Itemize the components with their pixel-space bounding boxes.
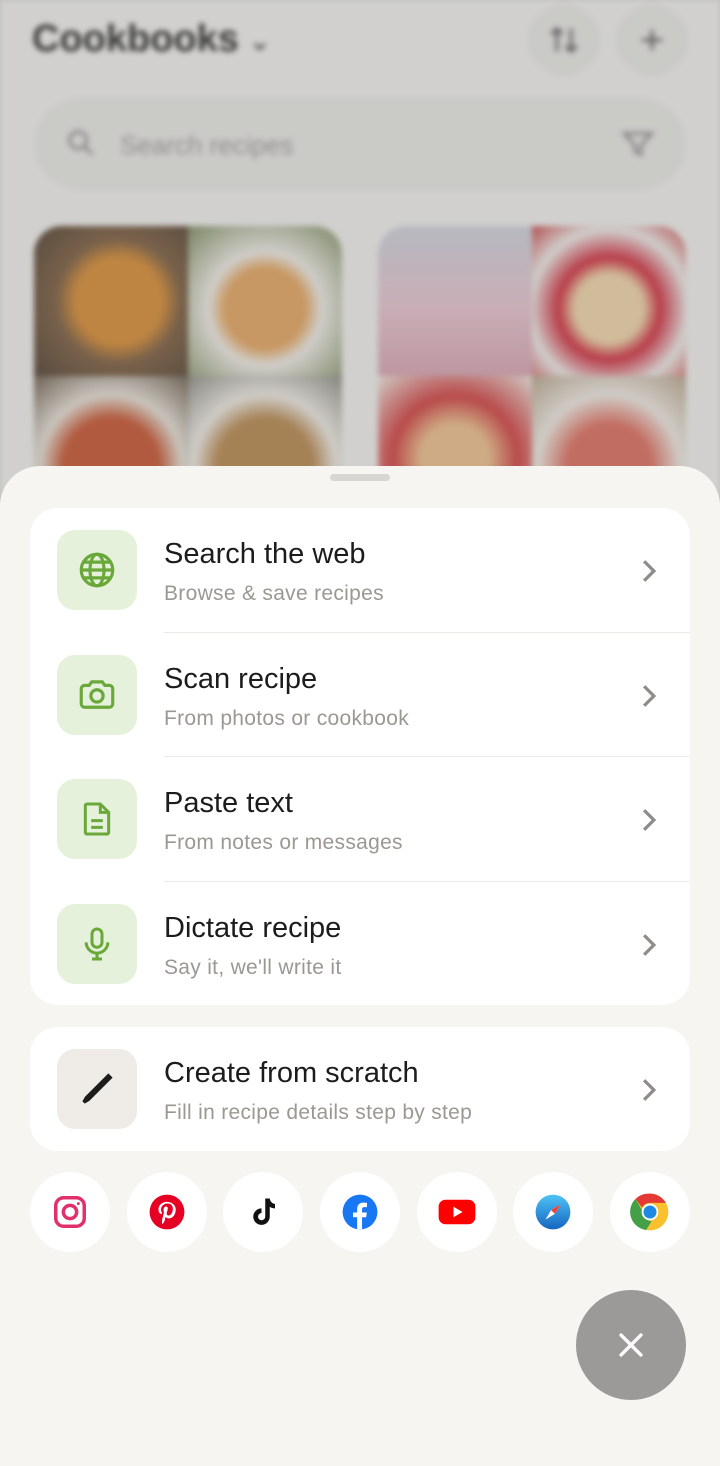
option-title: Search the web [164, 538, 366, 570]
youtube-button[interactable] [416, 1172, 497, 1252]
option-title: Scan recipe [164, 662, 318, 695]
close-icon [619, 1333, 643, 1357]
safari-icon [535, 1194, 571, 1230]
create-group: Create from scratch Fill in recipe detai… [30, 1027, 690, 1151]
tiktok-icon [253, 1198, 276, 1225]
option-subtitle: Browse & save recipes [164, 582, 384, 605]
paste-text-option[interactable]: Paste text From notes or messages [30, 757, 690, 882]
sheet-drag-handle[interactable] [330, 474, 390, 481]
dictate-recipe-icon-tile [57, 903, 137, 984]
chrome-button[interactable] [610, 1172, 690, 1252]
import-options-group: Search the web Browse & save recipes Sca… [30, 508, 690, 1005]
tiktok-button[interactable] [223, 1172, 304, 1252]
chevron-right-icon [642, 933, 657, 956]
instagram-icon [54, 1196, 86, 1228]
option-title: Create from scratch [164, 1057, 419, 1089]
globe-icon [79, 552, 115, 588]
document-icon [83, 802, 111, 836]
paste-text-icon-tile [57, 779, 137, 859]
pinterest-icon [149, 1194, 185, 1230]
facebook-button[interactable] [320, 1172, 400, 1252]
chevron-right-icon [642, 684, 657, 707]
option-subtitle: Fill in recipe details step by step [164, 1101, 473, 1124]
chrome-icon [630, 1193, 669, 1231]
chevron-right-icon [642, 809, 657, 831]
instagram-button[interactable] [30, 1172, 110, 1252]
social-sources-row [30, 1172, 690, 1252]
search-web-icon-tile [57, 530, 137, 610]
add-recipe-sheet: Search the web Browse & save recipes Sca… [0, 466, 720, 1466]
scan-recipe-option[interactable]: Scan recipe From photos or cookbook [30, 633, 690, 757]
option-title: Paste text [164, 787, 293, 819]
scan-recipe-icon-tile [57, 654, 137, 735]
pencil-icon [82, 1073, 113, 1104]
chevron-right-icon [642, 1079, 657, 1101]
pinterest-button[interactable] [126, 1172, 207, 1252]
microphone-icon [84, 927, 110, 960]
close-button[interactable] [576, 1290, 686, 1400]
option-subtitle: Say it, we'll write it [164, 955, 342, 979]
safari-button[interactable] [513, 1172, 594, 1252]
dictate-recipe-option[interactable]: Dictate recipe Say it, we'll write it [30, 882, 690, 1006]
create-from-scratch-option[interactable]: Create from scratch Fill in recipe detai… [30, 1027, 690, 1151]
camera-icon [79, 679, 115, 709]
option-title: Dictate recipe [164, 911, 342, 944]
option-subtitle: From notes or messages [164, 831, 403, 854]
option-subtitle: From photos or cookbook [164, 706, 410, 730]
youtube-icon [438, 1199, 476, 1225]
search-web-option[interactable]: Search the web Browse & save recipes [30, 508, 690, 633]
create-icon-tile [57, 1049, 137, 1129]
chevron-right-icon [642, 560, 657, 582]
facebook-icon [342, 1194, 378, 1230]
